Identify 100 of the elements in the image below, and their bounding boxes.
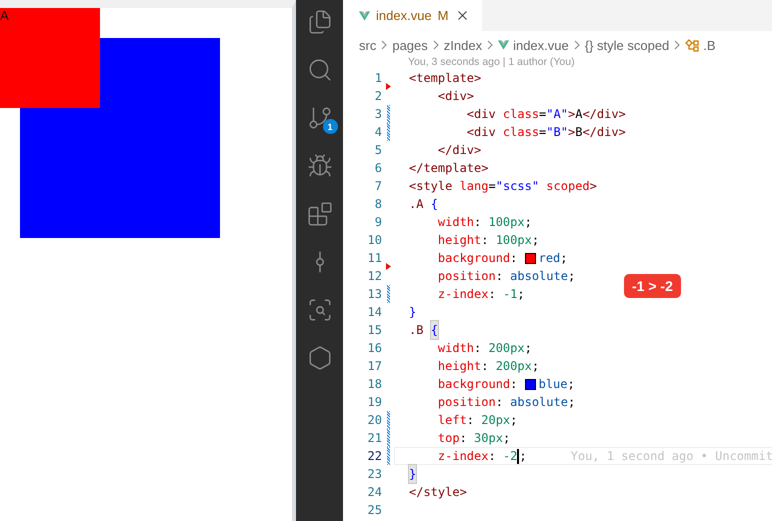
code-token: </div> xyxy=(582,124,626,141)
code-token: : xyxy=(474,214,482,231)
line-number: 17 xyxy=(366,358,382,375)
line-number: 7 xyxy=(374,178,382,195)
line-number: 5 xyxy=(374,142,382,159)
code-token: > xyxy=(568,106,576,123)
scan-icon[interactable] xyxy=(306,297,332,323)
code-token: .B xyxy=(409,322,424,339)
code-token: ; xyxy=(568,376,575,393)
line-number: 3 xyxy=(374,106,382,123)
line-number: 13 xyxy=(366,286,382,303)
code-token: ; xyxy=(524,214,532,231)
code-token: > xyxy=(568,124,576,141)
code-token: : xyxy=(488,286,497,303)
code-token: { xyxy=(430,321,438,339)
line-number: 8 xyxy=(374,196,382,213)
code-token: ; xyxy=(532,358,540,375)
code-token: class xyxy=(502,106,540,123)
color-swatch[interactable] xyxy=(524,252,536,264)
color-swatch[interactable] xyxy=(524,378,536,390)
code-token: <div xyxy=(466,106,497,123)
code-token: .A xyxy=(409,196,424,213)
breadcrumb-item[interactable]: zIndex xyxy=(444,38,482,52)
code-token: <template> xyxy=(409,70,482,87)
code-token: absolute xyxy=(510,394,568,411)
code-token: z-index xyxy=(436,448,488,465)
line-number: 21 xyxy=(366,430,382,447)
modified-line-marker[interactable] xyxy=(386,285,390,303)
blocks-icon[interactable] xyxy=(306,201,332,227)
code-token: "A" xyxy=(546,106,568,123)
code-token: z-index xyxy=(436,286,488,303)
code-token: </template> xyxy=(409,160,488,177)
breadcrumb-item[interactable]: index.vue xyxy=(513,38,569,52)
code-token: } xyxy=(409,304,416,321)
code-token: blue xyxy=(538,376,568,393)
deleted-line-marker[interactable] xyxy=(386,83,390,90)
line-number: 16 xyxy=(366,340,382,357)
code-token: ; xyxy=(568,394,576,411)
modified-line-marker[interactable] xyxy=(386,123,390,141)
code-token: : xyxy=(474,340,482,357)
line-number: 2 xyxy=(374,88,382,105)
chevron-icon xyxy=(487,40,494,50)
code-token: ; xyxy=(502,430,510,447)
code-token: 20px xyxy=(481,412,510,429)
code-token: : xyxy=(460,430,468,447)
code-token: ; xyxy=(519,448,527,465)
line-number: 11 xyxy=(366,250,382,267)
hexagon-icon[interactable] xyxy=(306,345,332,371)
code-token: ; xyxy=(510,412,518,429)
code-token: height xyxy=(436,232,482,249)
line-number: 20 xyxy=(366,412,382,429)
breadcrumb-item[interactable]: .B xyxy=(703,38,716,52)
code-token: } xyxy=(409,465,416,483)
code-token: : xyxy=(496,268,504,285)
code-token: = xyxy=(539,106,546,123)
line-number: 15 xyxy=(366,322,382,339)
code-token: 30px xyxy=(474,430,503,447)
code-token: </style> xyxy=(409,484,467,501)
files-icon[interactable] xyxy=(306,9,332,35)
chevron-icon xyxy=(574,40,580,50)
breadcrumb-item[interactable]: {} style scoped xyxy=(584,38,670,52)
search-icon[interactable] xyxy=(306,57,332,83)
chevron-icon xyxy=(381,40,388,50)
code-token: <style xyxy=(409,178,454,195)
code-token: lang xyxy=(460,178,488,195)
code-token: position xyxy=(436,268,496,285)
code-token: ; xyxy=(568,268,576,285)
line-number: 19 xyxy=(366,394,382,411)
code-token: "B" xyxy=(546,124,568,141)
line-number: 9 xyxy=(374,214,382,231)
code-token: : xyxy=(481,358,490,375)
vue-logo-icon xyxy=(359,10,370,20)
code-token: 200px xyxy=(488,340,525,357)
code-token: <div> xyxy=(436,88,474,105)
code-token: <div xyxy=(466,124,497,141)
code-token: : xyxy=(496,394,504,411)
breadcrumb-item[interactable]: pages xyxy=(392,38,428,52)
line-number: 18 xyxy=(366,376,382,393)
branch-icon[interactable] xyxy=(306,105,332,131)
editor-tab[interactable]: index.vue M xyxy=(343,0,482,31)
modified-line-marker[interactable] xyxy=(386,429,390,447)
modified-line-marker[interactable] xyxy=(386,411,390,429)
line-number: 4 xyxy=(374,124,382,141)
code-token: red xyxy=(538,250,560,267)
square-label: A xyxy=(0,8,9,23)
chevron-icon xyxy=(674,40,680,50)
bug-icon[interactable] xyxy=(306,153,332,179)
vue-logo-icon xyxy=(498,40,510,50)
breadcrumb-item[interactable]: src xyxy=(359,38,376,52)
annotation-label: -1 > -2 xyxy=(624,274,681,298)
modified-line-marker[interactable] xyxy=(386,105,390,123)
code-token: top xyxy=(436,430,460,447)
code-token: absolute xyxy=(510,268,568,285)
code-token: "scss" xyxy=(496,178,540,195)
modified-line-marker[interactable] xyxy=(386,447,390,465)
deleted-line-marker[interactable] xyxy=(386,263,390,270)
code-token: = xyxy=(539,124,546,141)
code-token: > xyxy=(590,178,597,195)
count-badge: 1 xyxy=(322,119,338,134)
code-token: ; xyxy=(517,286,525,303)
